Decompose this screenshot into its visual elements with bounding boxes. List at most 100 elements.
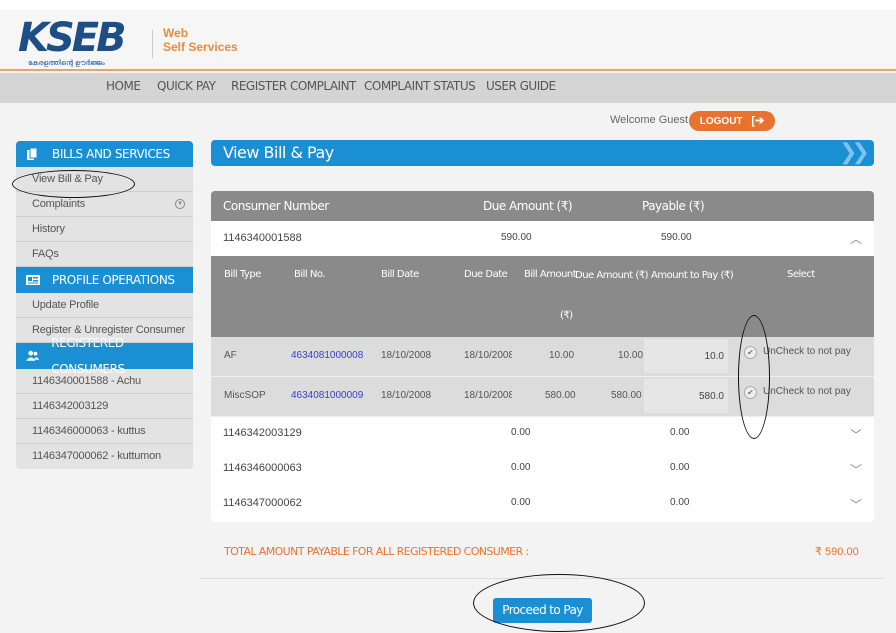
tagline-self-services: Self Services xyxy=(163,40,238,54)
section-title: BILLS AND SERVICES xyxy=(52,147,170,161)
nav-quick-pay[interactable]: QUICK PAY xyxy=(157,79,216,93)
total-value: ₹ 590.00 xyxy=(815,546,859,558)
col-due-amount: Due Amount (₹) xyxy=(483,199,573,213)
bill-date: 18/10/2008 xyxy=(381,350,432,361)
sidebar-consumer-item[interactable]: 1146342003129 xyxy=(16,394,193,419)
table-header: Consumer Number Due Amount (₹) Payable (… xyxy=(211,191,874,221)
checkbox-label: UnCheck to not pay xyxy=(763,346,851,357)
sidebar-item-label: Complaints xyxy=(32,198,86,210)
consumer-table: Consumer Number Due Amount (₹) Payable (… xyxy=(211,191,874,522)
section-bills-and-services: BILLS AND SERVICES xyxy=(16,141,193,167)
document-icon xyxy=(27,148,38,160)
consumer-row[interactable]: 1146342003129 0.00 0.00 ﹀ xyxy=(211,417,874,452)
sidebar-consumer-item[interactable]: 1146347000062 - kuttumon xyxy=(16,444,193,469)
consumer-row-expanded[interactable]: 1146340001588 590.00 590.00 ︿ xyxy=(211,221,874,256)
id-card-icon xyxy=(26,275,40,285)
amount-to-pay-input[interactable]: 580.0 xyxy=(644,379,728,413)
logo-text: KSEB xyxy=(18,15,127,61)
payable-amount: 0.00 xyxy=(670,462,690,473)
due-date: 18/10/2008 xyxy=(464,390,512,401)
payable-amount: 0.00 xyxy=(670,427,690,438)
page-title: View Bill & Pay xyxy=(223,143,334,162)
section-registered-consumers: REGISTERED CONSUMERS xyxy=(16,336,193,376)
nav-register-complaint[interactable]: REGISTER COMPLAINT xyxy=(231,79,356,93)
sidebar-item-faqs[interactable]: FAQs xyxy=(16,242,193,267)
payable-amount: 590.00 xyxy=(661,232,692,243)
col-bill-amount-unit: (₹) xyxy=(560,310,573,321)
col-bill-date: Bill Date xyxy=(381,269,419,280)
col-consumer-number: Consumer Number xyxy=(223,199,329,213)
bill-amount: 580.00 xyxy=(545,390,576,401)
sidebar-item-update-profile[interactable]: Update Profile xyxy=(16,293,193,318)
nav-complaint-status[interactable]: COMPLAINT STATUS xyxy=(364,79,476,93)
bill-row: AF 4634081000008 18/10/2008 18/10/2008 1… xyxy=(211,337,874,377)
header: KSEB കേരളത്തിന്റെ ഊർജ്ജം Web Self Servic… xyxy=(0,10,896,71)
consumer-row[interactable]: 1146347000062 0.00 0.00 ﹀ xyxy=(211,487,874,522)
chevron-up-icon[interactable]: ︿ xyxy=(850,230,862,247)
sidebar-consumer-item[interactable]: 1146346000063 - kuttus xyxy=(16,419,193,444)
col-due-date: Due Date xyxy=(464,269,508,280)
users-icon xyxy=(26,350,40,361)
col-due-amount: Due Amount (₹) xyxy=(575,270,649,281)
col-bill-amount: Bill Amount xyxy=(524,269,577,280)
logo-subtitle: കേരളത്തിന്റെ ഊർജ്ജം xyxy=(28,60,105,67)
bill-type: AF xyxy=(224,350,237,361)
chevron-down-icon[interactable]: ﹀ xyxy=(850,496,862,513)
web-self-services: Web Self Services xyxy=(163,26,238,54)
amount-to-pay-input[interactable]: 10.0 xyxy=(644,339,728,373)
sidebar-item-register-unregister[interactable]: Register & Unregister Consumer xyxy=(16,318,193,343)
due-amount: 580.00 xyxy=(611,390,642,401)
logo-divider xyxy=(152,30,153,58)
sidebar-item-complaints[interactable]: Complaints ▼ xyxy=(16,192,193,217)
top-strip xyxy=(0,0,896,10)
col-amount-to-pay: Amount to Pay (₹) xyxy=(651,270,734,281)
payable-amount: 0.00 xyxy=(670,497,690,508)
consumer-number: 1146340001588 xyxy=(223,232,302,244)
bill-amount: 10.00 xyxy=(549,350,575,361)
consumer-number: 1146342003129 xyxy=(223,427,302,439)
chevron-down-icon[interactable]: ﹀ xyxy=(850,426,862,443)
nav-user-guide[interactable]: USER GUIDE xyxy=(486,79,556,93)
consumer-number: 1146347000062 xyxy=(223,497,302,509)
sidebar-item-view-bill-pay[interactable]: View Bill & Pay xyxy=(16,167,193,192)
tagline-web: Web xyxy=(163,26,189,40)
checkbox-label: UnCheck to not pay xyxy=(763,386,851,397)
due-amount: 0.00 xyxy=(511,462,531,473)
pay-checkbox[interactable]: ✔ xyxy=(744,386,757,399)
double-chevron-icon: ❯❯ xyxy=(839,140,870,165)
bill-row: MiscSOP 4634081000009 18/10/2008 18/10/2… xyxy=(211,377,874,417)
total-label: TOTAL AMOUNT PAYABLE FOR ALL REGISTERED … xyxy=(224,545,529,558)
col-bill-no: Bill No. xyxy=(294,269,325,280)
logout-button[interactable]: LOGOUT [➔ xyxy=(689,111,775,131)
divider xyxy=(200,578,884,579)
due-amount: 0.00 xyxy=(511,497,531,508)
bill-no-link[interactable]: 4634081000009 xyxy=(291,390,363,401)
main-nav: HOME QUICK PAY REGISTER COMPLAINT COMPLA… xyxy=(0,73,896,103)
bill-table-header: Bill Type Bill No. Bill Date Due Date Bi… xyxy=(211,256,874,337)
logout-icon: [➔ xyxy=(751,115,765,127)
section-profile-operations: PROFILE OPERATIONS xyxy=(16,267,193,293)
due-amount: 10.00 xyxy=(618,350,644,361)
pay-checkbox[interactable]: ✔ xyxy=(744,346,757,359)
bill-no-link[interactable]: 4634081000008 xyxy=(291,350,363,361)
due-amount: 590.00 xyxy=(501,232,532,243)
page-title-bar: View Bill & Pay ❯❯ xyxy=(211,140,874,166)
section-title: PROFILE OPERATIONS xyxy=(52,273,175,287)
consumer-row[interactable]: 1146346000063 0.00 0.00 ﹀ xyxy=(211,452,874,487)
col-bill-type: Bill Type xyxy=(224,269,261,280)
bill-date: 18/10/2008 xyxy=(381,390,432,401)
sidebar-consumer-item[interactable]: 1146340001588 - Achu xyxy=(16,369,193,394)
chevron-down-icon[interactable]: ﹀ xyxy=(850,461,862,478)
sidebar-item-history[interactable]: History xyxy=(16,217,193,242)
welcome-text: Welcome Guest xyxy=(610,114,689,126)
nav-home[interactable]: HOME xyxy=(106,79,141,93)
proceed-to-pay-button[interactable]: Proceed to Pay xyxy=(493,598,592,623)
due-amount: 0.00 xyxy=(511,427,531,438)
sidebar: BILLS AND SERVICES View Bill & Pay Compl… xyxy=(16,141,193,469)
bill-type: MiscSOP xyxy=(224,390,266,401)
kseb-logo[interactable]: KSEB കേരളത്തിന്റെ ഊർജ്ജം xyxy=(18,18,146,70)
consumer-number: 1146346000063 xyxy=(223,462,302,474)
expand-circle-icon[interactable]: ▼ xyxy=(175,199,185,209)
due-date: 18/10/2008 xyxy=(464,350,512,361)
logout-label: LOGOUT xyxy=(699,116,743,127)
